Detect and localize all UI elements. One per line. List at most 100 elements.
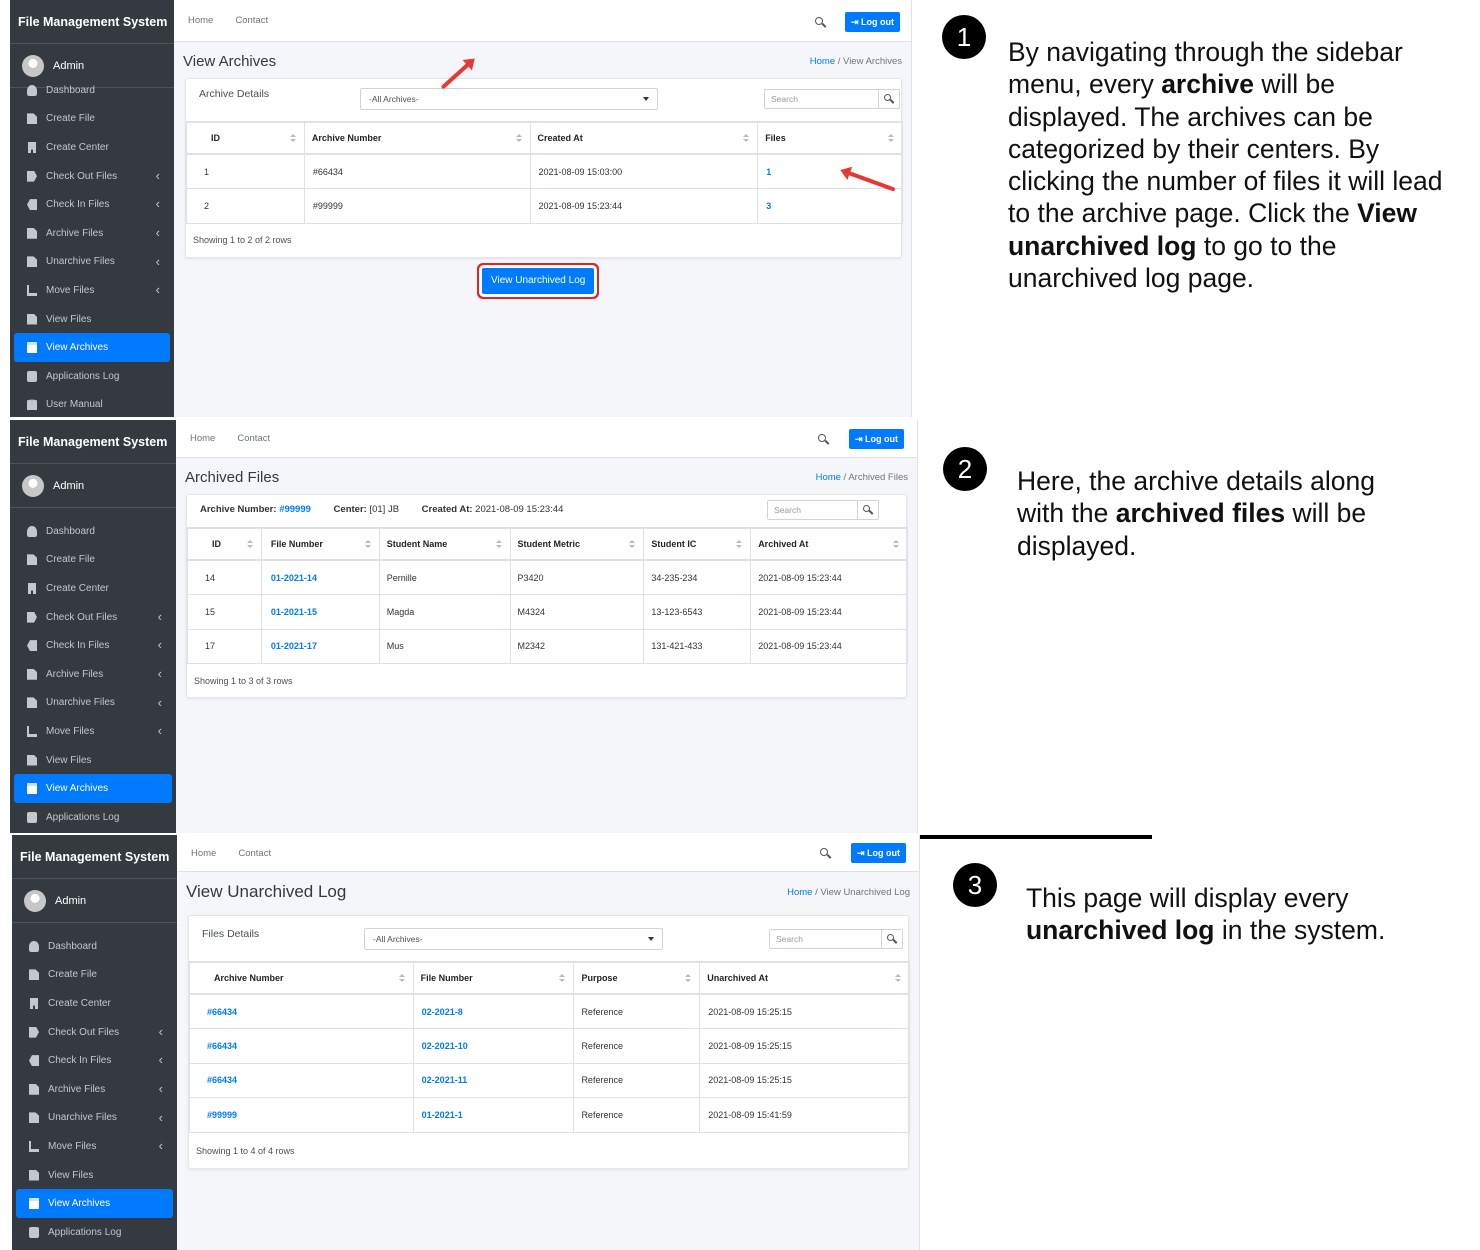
sidebar-item-unarchive-files[interactable]: Unarchive Files ‹ bbox=[16, 1104, 173, 1133]
sidebar-item-view-archives[interactable]: View Archives bbox=[14, 774, 172, 803]
sidebar-item-move-files[interactable]: Move Files ‹ bbox=[14, 717, 172, 746]
file-number-link[interactable]: 01-2021-1 bbox=[412, 1097, 575, 1133]
col-header[interactable]: Student Metric bbox=[509, 527, 645, 561]
nav-home[interactable]: Home bbox=[191, 848, 216, 859]
sidebar-item-check-out-files[interactable]: Check Out Files ‹ bbox=[14, 162, 170, 191]
sidebar-item-check-out-files[interactable]: Check Out Files ‹ bbox=[14, 603, 172, 632]
sidebar-item-label: Archive Files bbox=[46, 227, 104, 239]
file-number-link[interactable]: 02-2021-10 bbox=[412, 1028, 575, 1064]
archives-table: ID Archive Number Created At Files 1 #664… bbox=[186, 121, 903, 224]
sidebar-item-unarchive-files[interactable]: Unarchive Files ‹ bbox=[14, 248, 170, 277]
user-panel[interactable]: Admin bbox=[10, 464, 176, 508]
sidebar-item-dashboard[interactable]: Dashboard bbox=[16, 932, 173, 961]
sidebar-item-check-in-files[interactable]: Check In Files ‹ bbox=[16, 1046, 173, 1075]
col-header[interactable]: ID bbox=[187, 527, 262, 561]
search-icon[interactable] bbox=[820, 848, 828, 856]
files-count-link[interactable]: 3 bbox=[757, 188, 903, 224]
archive-number-link[interactable]: #66434 bbox=[189, 993, 414, 1029]
sidebar-item-create-center[interactable]: Create Center bbox=[14, 133, 170, 162]
page-header: Archived Files Home / Archived Files bbox=[176, 458, 917, 496]
sidebar-item-move-files[interactable]: Move Files ‹ bbox=[14, 276, 170, 305]
sidebar-item-create-file[interactable]: Create File bbox=[14, 546, 172, 575]
sidebar-item-dashboard[interactable]: Dashboard bbox=[14, 517, 172, 546]
logout-button[interactable]: ⇥ Log out bbox=[845, 12, 901, 32]
col-header[interactable]: Archive Number bbox=[303, 121, 531, 155]
file-number-link[interactable]: 02-2021-8 bbox=[412, 993, 575, 1029]
sidebar-item-check-out-files[interactable]: Check Out Files ‹ bbox=[16, 1018, 173, 1047]
breadcrumb-home[interactable]: Home bbox=[787, 887, 812, 898]
col-header[interactable]: Purpose bbox=[573, 961, 701, 995]
sidebar-item-move-files[interactable]: Move Files ‹ bbox=[16, 1132, 173, 1161]
file-number-link[interactable]: 01-2021-17 bbox=[260, 628, 380, 664]
col-header[interactable]: ID bbox=[186, 121, 305, 155]
sidebar-item-create-center[interactable]: Create Center bbox=[16, 989, 173, 1018]
logout-button[interactable]: ⇥ Log out bbox=[849, 429, 905, 449]
sidebar-item-check-in-files[interactable]: Check In Files ‹ bbox=[14, 190, 170, 219]
logout-button[interactable]: ⇥ Log out bbox=[851, 843, 907, 863]
search-button[interactable] bbox=[881, 929, 903, 949]
sidebar-item-applications-log[interactable]: Applications Log bbox=[14, 362, 170, 391]
view-unarchived-log-button[interactable]: View Unarchived Log bbox=[482, 268, 595, 294]
sidebar-item-view-archives[interactable]: View Archives bbox=[14, 333, 170, 362]
brand-title[interactable]: File Management System bbox=[10, 0, 174, 44]
center-label: Center: bbox=[333, 504, 367, 515]
breadcrumb-home[interactable]: Home bbox=[816, 472, 841, 483]
sidebar-item-applications-log[interactable]: Applications Log bbox=[14, 803, 172, 832]
file-number-link[interactable]: 02-2021-11 bbox=[412, 1062, 575, 1098]
col-header[interactable]: Archive Number bbox=[189, 961, 414, 995]
nav-home[interactable]: Home bbox=[188, 15, 213, 26]
search-button[interactable] bbox=[878, 89, 900, 109]
col-header[interactable]: Unarchived At bbox=[699, 961, 910, 995]
search-input[interactable]: Search bbox=[764, 89, 900, 109]
sidebar-item-create-file[interactable]: Create File bbox=[16, 961, 173, 990]
nav-contact[interactable]: Contact bbox=[238, 848, 271, 859]
pagination-info: Showing 1 to 3 of 3 rows bbox=[194, 676, 293, 686]
nav-contact[interactable]: Contact bbox=[237, 433, 270, 444]
sidebar-item-create-file[interactable]: Create File bbox=[14, 105, 170, 134]
sidebar-item-applications-log[interactable]: Applications Log bbox=[16, 1218, 173, 1247]
col-header[interactable]: Student Name bbox=[378, 527, 511, 561]
search-icon[interactable] bbox=[815, 17, 823, 25]
col-header[interactable]: Files bbox=[757, 121, 903, 155]
archive-number-link[interactable]: #66434 bbox=[189, 1028, 414, 1064]
cell: 17 bbox=[187, 628, 262, 664]
col-header[interactable]: Created At bbox=[529, 121, 759, 155]
sidebar-item-archive-files[interactable]: Archive Files ‹ bbox=[16, 1075, 173, 1104]
sidebar-item-unarchive-files[interactable]: Unarchive Files ‹ bbox=[14, 689, 172, 718]
search-input[interactable]: Search bbox=[767, 500, 879, 520]
sidebar-item-archive-files[interactable]: Archive Files ‹ bbox=[14, 219, 170, 248]
archive-number-link[interactable]: #99999 bbox=[189, 1097, 414, 1133]
user-panel[interactable]: Admin bbox=[12, 879, 177, 923]
sidebar-item-user-manual[interactable]: User Manual bbox=[14, 391, 170, 417]
archive-filter-select[interactable]: -All Archives- bbox=[360, 88, 658, 110]
file-number-link[interactable]: 01-2021-15 bbox=[260, 594, 380, 630]
sidebar-item-label: Create File bbox=[48, 969, 97, 981]
sidebar-item-view-files[interactable]: View Files bbox=[16, 1161, 173, 1190]
sidebar-item-label: Applications Log bbox=[46, 811, 120, 823]
archive-filter-select[interactable]: -All Archives- bbox=[364, 928, 663, 950]
search-icon[interactable] bbox=[818, 434, 826, 442]
breadcrumb-home[interactable]: Home bbox=[810, 56, 835, 67]
nav-home[interactable]: Home bbox=[190, 433, 215, 444]
brand-title[interactable]: File Management System bbox=[12, 835, 177, 879]
sidebar-item-view-files[interactable]: View Files bbox=[14, 305, 170, 334]
archive-number-link[interactable]: #66434 bbox=[189, 1062, 414, 1098]
search-input[interactable]: Search bbox=[769, 929, 903, 949]
nav-contact[interactable]: Contact bbox=[235, 15, 268, 26]
sidebar-item-check-in-files[interactable]: Check In Files ‹ bbox=[14, 631, 172, 660]
search-button[interactable] bbox=[857, 500, 879, 520]
sidebar-item-view-files[interactable]: View Files bbox=[14, 746, 172, 775]
building-icon bbox=[28, 141, 36, 153]
col-header[interactable]: File Number bbox=[260, 527, 380, 561]
sidebar-item-dashboard[interactable]: Dashboard bbox=[14, 76, 170, 105]
col-header[interactable]: Student IC bbox=[643, 527, 752, 561]
sidebar-item-label: View Archives bbox=[46, 783, 109, 795]
sidebar-item-archive-files[interactable]: Archive Files ‹ bbox=[14, 660, 172, 689]
file-number-link[interactable]: 01-2021-14 bbox=[260, 559, 380, 595]
col-header[interactable]: File Number bbox=[412, 961, 575, 995]
sidebar-item-create-center[interactable]: Create Center bbox=[14, 574, 172, 603]
col-header[interactable]: Archived At bbox=[750, 527, 908, 561]
brand-title[interactable]: File Management System bbox=[10, 420, 176, 464]
archive-number-value[interactable]: #99999 bbox=[279, 504, 311, 515]
sidebar-item-view-archives[interactable]: View Archives bbox=[16, 1189, 173, 1218]
